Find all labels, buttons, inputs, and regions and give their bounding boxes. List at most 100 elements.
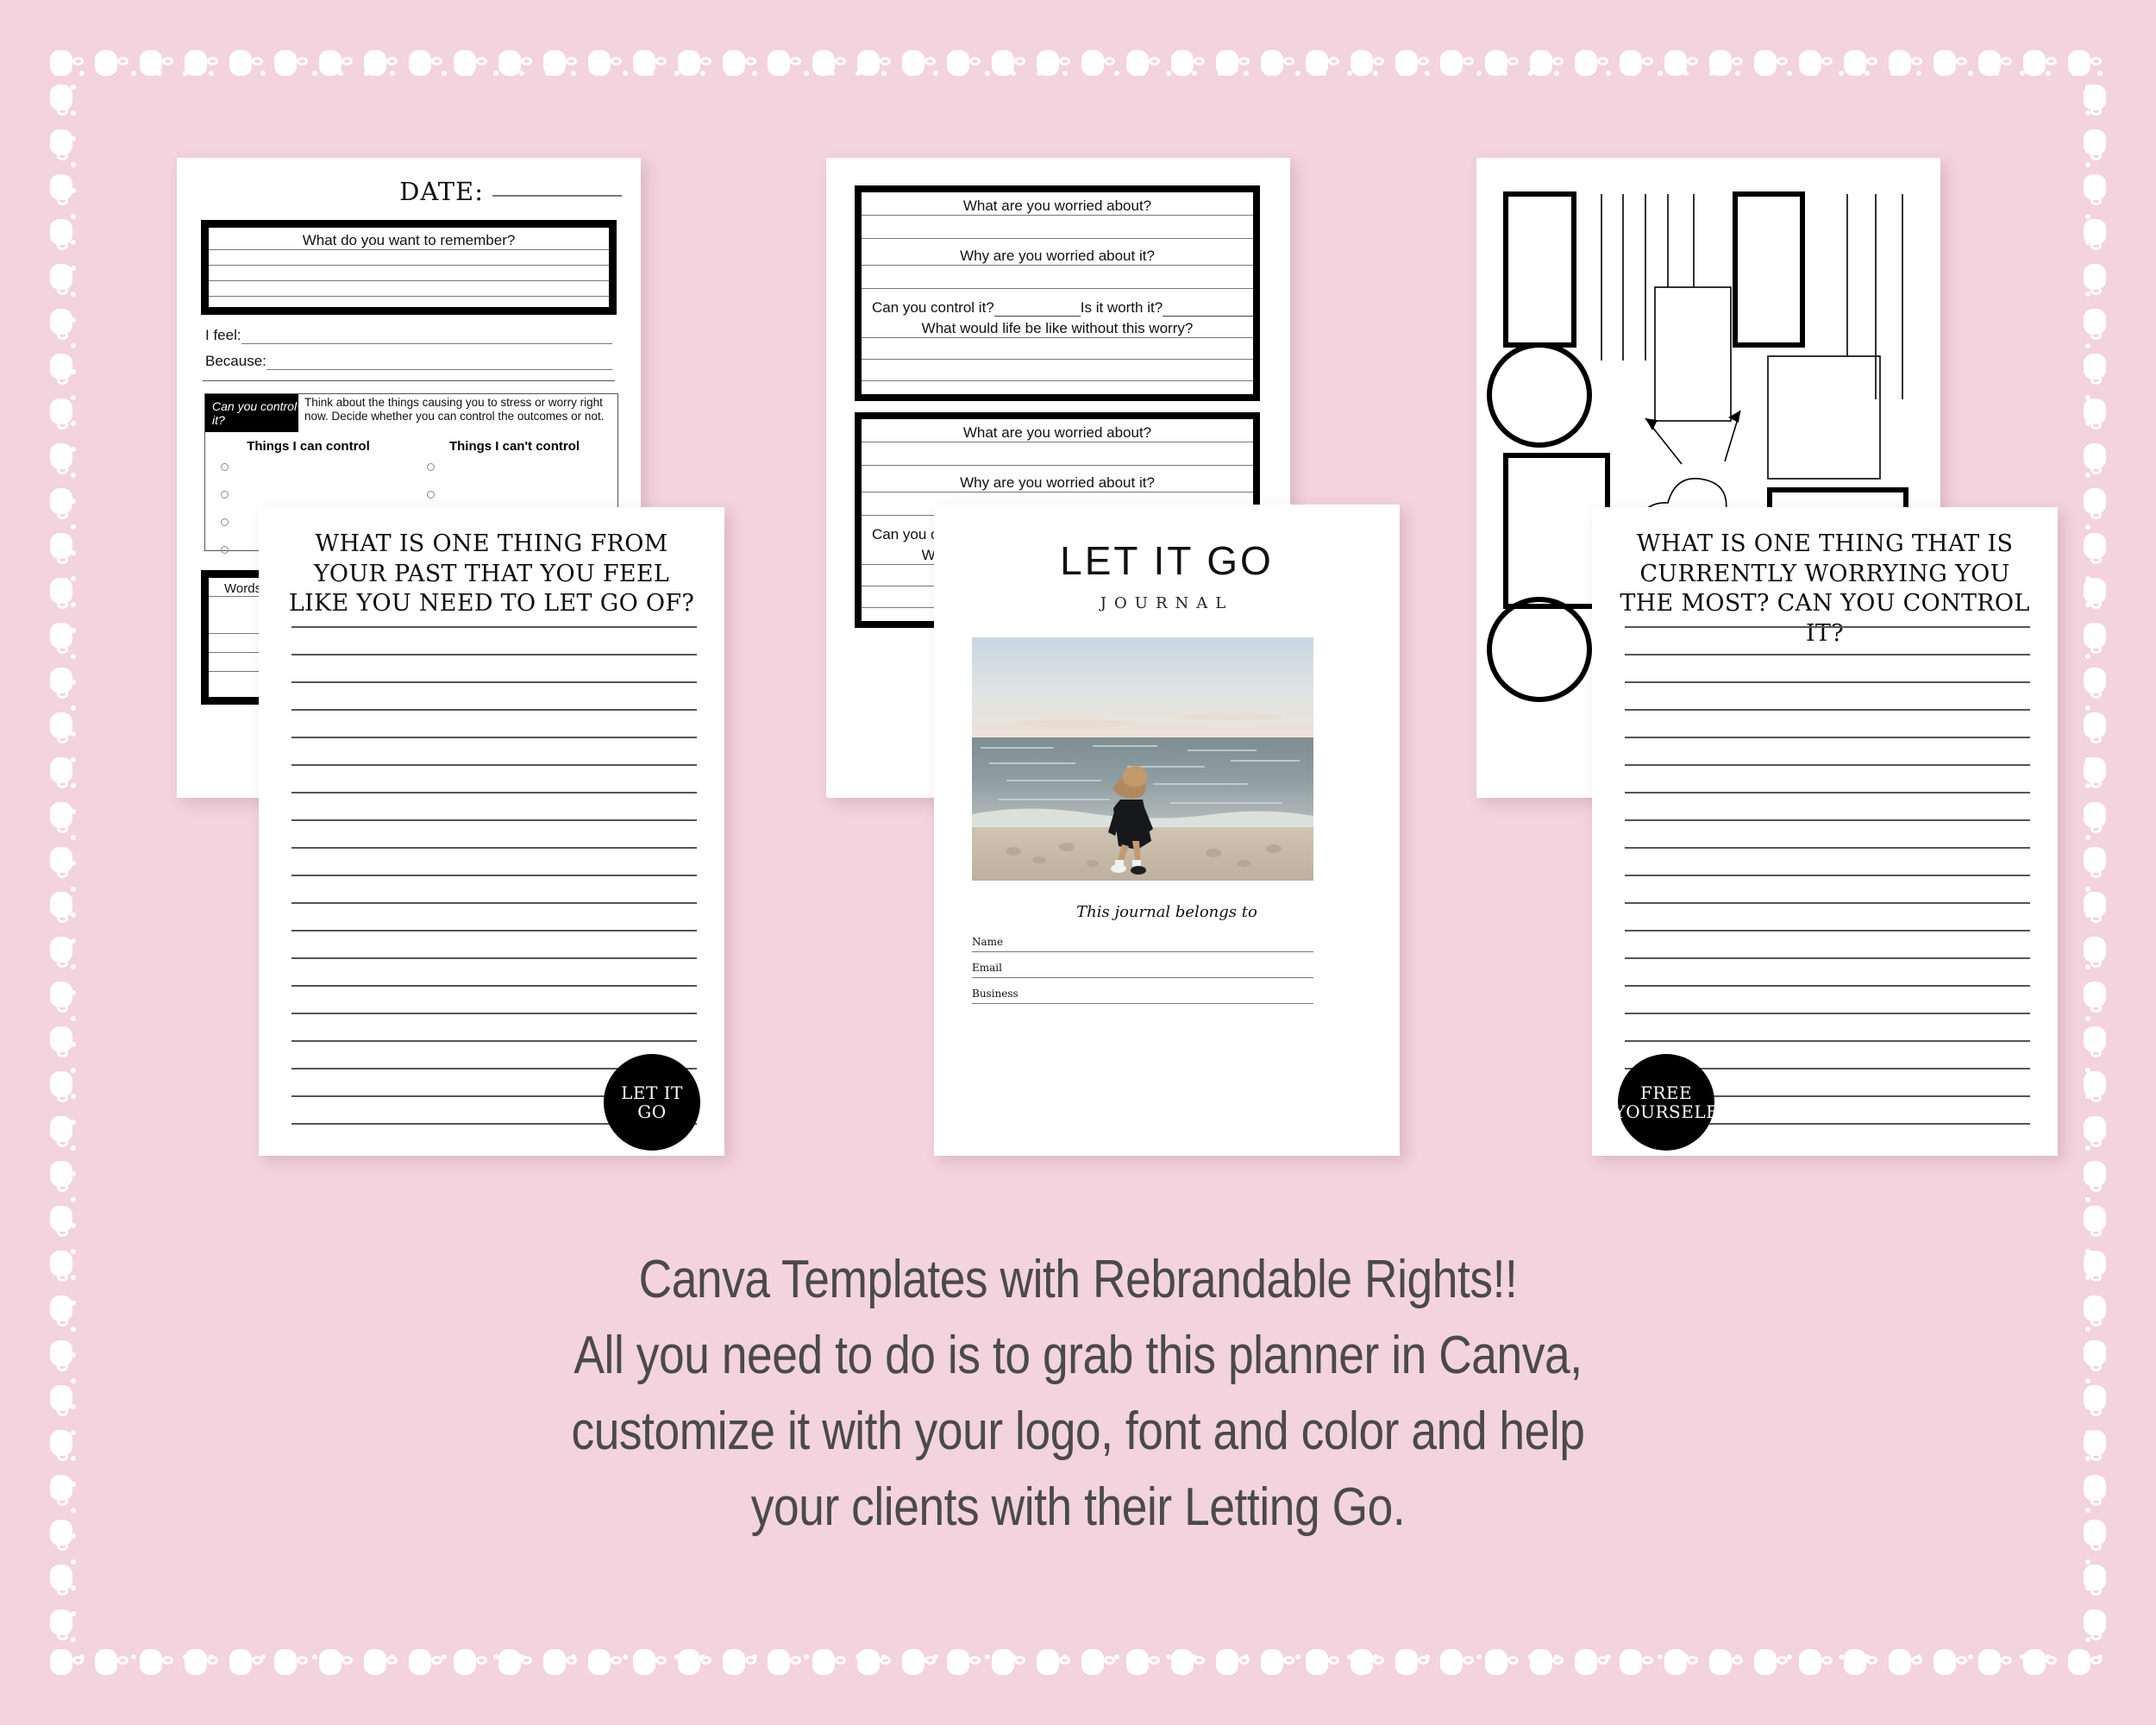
frame-dot xyxy=(1451,1654,1456,1659)
frame-dot xyxy=(71,421,76,426)
frame-dot xyxy=(342,57,353,66)
frame-dot xyxy=(57,1587,68,1596)
frame-dot xyxy=(2090,1632,2102,1640)
frame-dot xyxy=(1081,1649,1104,1675)
frame-dot xyxy=(2084,1251,2106,1276)
frame-dot xyxy=(1192,71,1197,76)
frame-dot xyxy=(1632,71,1637,76)
frame-dot xyxy=(235,71,240,76)
frame-dot xyxy=(1787,71,1792,76)
frame-dot xyxy=(50,219,72,245)
frame-dot xyxy=(2084,488,2106,514)
frame-dot xyxy=(1709,50,1732,76)
frame-dot xyxy=(57,645,68,654)
frame-dot xyxy=(1283,57,1294,66)
frame-dot xyxy=(71,188,76,193)
frame-dot xyxy=(71,1094,76,1099)
frame-dot xyxy=(1485,50,1507,76)
frame-dot xyxy=(1062,71,1068,76)
frame-dot xyxy=(1306,50,1328,76)
frame-dot xyxy=(71,654,76,659)
frame-dot xyxy=(50,578,72,604)
frame-dot xyxy=(53,1654,59,1659)
business-field[interactable]: Business xyxy=(972,988,1313,1004)
frame-dot xyxy=(1261,1649,1283,1675)
frame-dot xyxy=(1889,1649,1911,1675)
writing-line xyxy=(1625,709,2030,737)
frame-dot xyxy=(71,1637,76,1642)
write-line xyxy=(209,280,609,296)
frame-dot xyxy=(71,1275,76,1280)
frame-dot xyxy=(2090,1542,2102,1551)
writing-line xyxy=(1625,737,2030,764)
frame-dot xyxy=(57,825,68,833)
frame-dot xyxy=(959,1654,964,1659)
frame-dot xyxy=(2084,847,2106,873)
frame-dot xyxy=(57,1273,68,1282)
frame-dot xyxy=(50,623,72,649)
frame-dot xyxy=(1351,50,1373,76)
frame-dot xyxy=(2085,292,2090,297)
name-field[interactable]: Name xyxy=(972,936,1313,952)
frame-dot xyxy=(57,421,68,430)
frame-dot xyxy=(571,1654,576,1659)
frame-dot xyxy=(105,71,110,76)
frame-dot xyxy=(1476,1654,1482,1659)
frame-dot xyxy=(2084,623,2106,649)
frame-dot xyxy=(1821,1656,1833,1665)
frame-dot xyxy=(72,1656,84,1665)
frame-dot xyxy=(2046,1656,2057,1665)
frame-dot xyxy=(2085,1249,2090,1254)
promo-caption: Canva Templates with Rebrandable Rights!… xyxy=(151,1242,2005,1546)
frame-dot xyxy=(2084,1161,2106,1187)
name-label: Name xyxy=(972,936,1004,948)
let-it-go-badge: LET IT GO xyxy=(604,1054,700,1151)
frame-dot xyxy=(71,240,76,245)
frame-dot xyxy=(1575,1649,1597,1675)
writing-line xyxy=(1625,819,2030,847)
frame-dot xyxy=(57,1452,68,1461)
frame-dot xyxy=(71,1120,76,1125)
frame-dot xyxy=(1632,1654,1637,1659)
frame-dot xyxy=(57,107,68,116)
frame-dot xyxy=(2090,376,2102,385)
frame-dot xyxy=(1620,50,1642,76)
frame-dot xyxy=(2084,1609,2106,1635)
frame-dot xyxy=(969,57,981,66)
frame-dot xyxy=(2020,1654,2025,1659)
frame-dot xyxy=(71,1352,76,1358)
frame-dot xyxy=(1440,50,1463,76)
frame-dot xyxy=(1735,71,1740,76)
write-line xyxy=(209,296,609,311)
frame-dot xyxy=(1059,1656,1070,1665)
frame-dot xyxy=(985,1654,990,1659)
frame-dot xyxy=(1709,71,1714,76)
frame-dot xyxy=(1799,1649,1821,1675)
frame-dot xyxy=(2090,1656,2102,1665)
frame-dot xyxy=(50,1206,72,1232)
frame-dot xyxy=(2084,1475,2106,1501)
badge-line-1: LET IT xyxy=(621,1082,683,1103)
can-control-blank xyxy=(993,303,1081,317)
write-line xyxy=(862,265,1253,288)
caption-line-1: Canva Templates with Rebrandable Rights!… xyxy=(638,1250,1518,1309)
email-field[interactable]: Email xyxy=(972,962,1313,978)
frame-dot xyxy=(1126,1649,1149,1675)
frame-dot xyxy=(454,1649,476,1675)
frame-dot xyxy=(519,71,524,76)
frame-dot xyxy=(71,861,76,866)
frame-dot xyxy=(71,136,76,141)
frame-dot xyxy=(1777,57,1788,66)
frame-dot xyxy=(1011,71,1016,76)
frame-dot xyxy=(2046,1654,2051,1659)
frame-dot xyxy=(2090,959,2102,968)
frame-dot xyxy=(1502,1654,1507,1659)
frame-dot xyxy=(1014,1656,1025,1665)
frame-dot xyxy=(2084,1340,2106,1366)
frame-dot xyxy=(1425,1654,1430,1659)
frame-dot xyxy=(2085,421,2090,426)
frame-dot xyxy=(2084,668,2106,693)
frame-dot xyxy=(57,1632,68,1640)
frame-dot xyxy=(1088,71,1094,76)
frame-dot xyxy=(57,555,68,564)
